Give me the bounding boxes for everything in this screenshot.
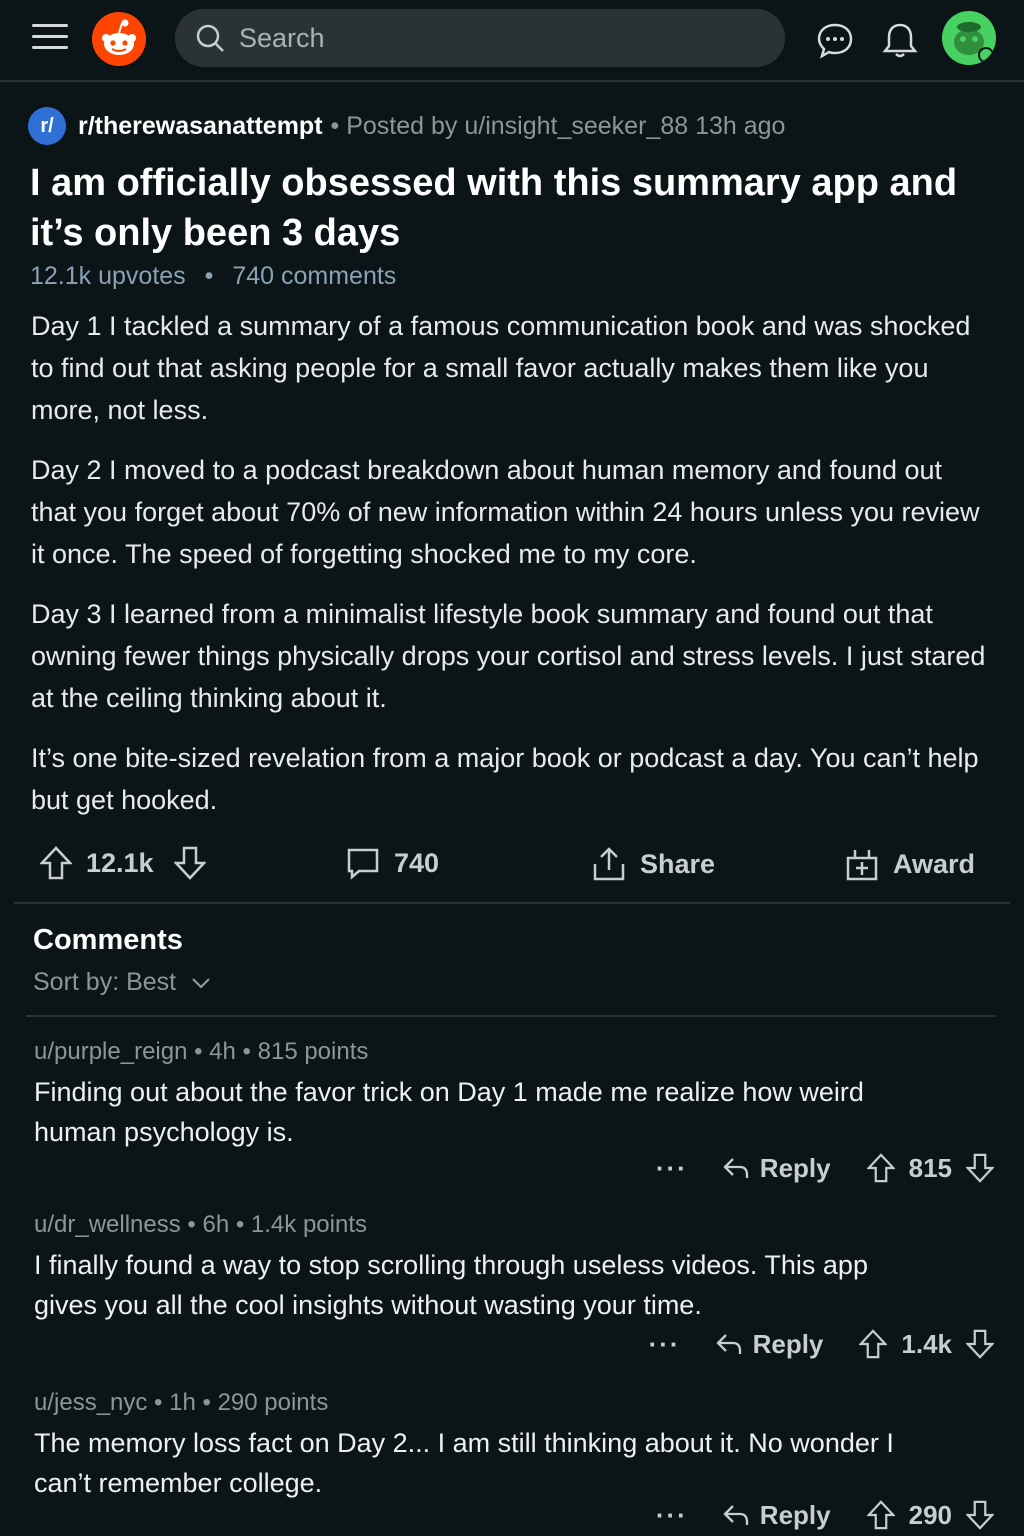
comment-text: I finally found a way to stop scrolling … <box>34 1250 868 1320</box>
downvote-icon[interactable] <box>173 846 220 880</box>
post-meta: • Posted by u/insight_seeker_88 13h ago <box>330 111 786 140</box>
award-icon <box>846 850 878 881</box>
reply-button[interactable]: Reply <box>715 1328 824 1360</box>
post-meta-row: r/ r/therewasanattempt • Posted by u/ins… <box>28 106 785 146</box>
subreddit-icon[interactable]: r/ <box>28 107 66 145</box>
share-button[interactable]: Share <box>592 846 715 882</box>
sort-label: Sort by: Best <box>33 968 177 996</box>
comment-actions: ··· Reply 1.4k <box>649 1324 994 1364</box>
comment-text: The memory loss fact on Day 2... I am st… <box>34 1428 894 1498</box>
chat-icon[interactable] <box>815 20 855 60</box>
comment-vote-count: 1.4k <box>901 1328 952 1359</box>
post-paragraph: It’s one bite-sized revelation from a ma… <box>31 743 979 815</box>
avatar-icon[interactable] <box>942 11 996 65</box>
comment-vote-group: 290 <box>866 1499 994 1531</box>
post-vote-count: 12.1k <box>86 847 154 878</box>
upvote-icon[interactable] <box>859 1329 888 1359</box>
upvote-icon[interactable] <box>40 846 86 880</box>
comment-icon <box>347 848 379 880</box>
top-bar <box>0 0 1024 82</box>
sort-dropdown[interactable]: Sort by: Best <box>33 968 212 997</box>
comment: u/purple_reign • 4h • 815 points Finding… <box>34 1038 994 1198</box>
divider <box>14 902 1010 904</box>
reply-icon <box>723 1158 748 1178</box>
comment-vote-count: 290 <box>908 1499 952 1530</box>
comment-actions: ··· Reply 815 <box>656 1148 994 1188</box>
post-paragraph: Day 3 I learned from a minimalist lifest… <box>31 599 986 713</box>
more-options[interactable]: ··· <box>656 1500 688 1531</box>
reply-button[interactable]: Reply <box>722 1153 831 1184</box>
comments-button[interactable]: 740 <box>346 846 439 880</box>
upvote-count: 12.1k upvotes <box>30 262 186 290</box>
upvote-icon[interactable] <box>866 1153 895 1183</box>
menu-icon[interactable] <box>32 24 68 54</box>
reddit-logo-icon[interactable] <box>92 12 146 66</box>
post-stats: 12.1k upvotes • 740 comments <box>30 262 397 290</box>
post-body: Day 1 I tackled a summary of a famous co… <box>31 305 991 839</box>
comment-meta[interactable]: u/jess_nyc • 1h • 290 points <box>34 1389 994 1417</box>
post-paragraph: Day 1 I tackled a summary of a famous co… <box>31 311 971 425</box>
reply-label: Reply <box>759 1152 831 1183</box>
reply-icon <box>715 1334 741 1354</box>
more-options[interactable]: ··· <box>656 1153 688 1184</box>
vote-group: 12.1k <box>40 846 220 880</box>
share-icon <box>593 847 625 881</box>
post-actions: 12.1k 740 Share Award <box>0 840 1024 896</box>
comment-vote-count: 815 <box>908 1152 952 1183</box>
comment-count[interactable]: 740 comments <box>232 262 396 290</box>
more-options[interactable]: ··· <box>649 1329 681 1360</box>
comment-meta[interactable]: u/dr_wellness • 6h • 1.4k points <box>34 1211 994 1239</box>
downvote-icon[interactable] <box>966 1329 994 1359</box>
subreddit-link[interactable]: r/therewasanattempt <box>78 112 323 141</box>
downvote-icon[interactable] <box>966 1500 994 1530</box>
chevron-down-icon <box>192 977 210 989</box>
comment-vote-group: 1.4k <box>859 1329 994 1360</box>
divider <box>26 1015 996 1017</box>
post-title[interactable]: I am officially obsessed with this summa… <box>30 158 1000 258</box>
comment-text: Finding out about the favor trick on Day… <box>34 1077 864 1147</box>
post-paragraph: Day 2 I moved to a podcast breakdown abo… <box>31 455 980 569</box>
award-button[interactable]: Award <box>845 846 975 882</box>
share-button-label: Share <box>640 848 716 879</box>
award-button-label: Award <box>893 848 976 879</box>
reply-button[interactable]: Reply <box>722 1500 831 1531</box>
search-input[interactable] <box>237 21 761 55</box>
bell-icon[interactable] <box>880 20 920 60</box>
reply-label: Reply <box>752 1328 824 1359</box>
comment-vote-group: 815 <box>866 1152 994 1184</box>
comment-meta[interactable]: u/purple_reign • 4h • 815 points <box>34 1038 994 1066</box>
comment: u/jess_nyc • 1h • 290 points The memory … <box>34 1389 994 1534</box>
reply-label: Reply <box>759 1499 831 1530</box>
comments-heading: Comments <box>33 924 183 956</box>
search-icon <box>196 24 224 52</box>
downvote-icon[interactable] <box>966 1153 994 1183</box>
reply-icon <box>723 1505 748 1525</box>
comment: u/dr_wellness • 6h • 1.4k points I final… <box>34 1211 994 1371</box>
comment-actions: ··· Reply 290 <box>656 1495 994 1535</box>
search-bar[interactable] <box>175 9 785 67</box>
upvote-icon[interactable] <box>866 1500 895 1530</box>
comments-button-label: 740 <box>394 847 440 878</box>
